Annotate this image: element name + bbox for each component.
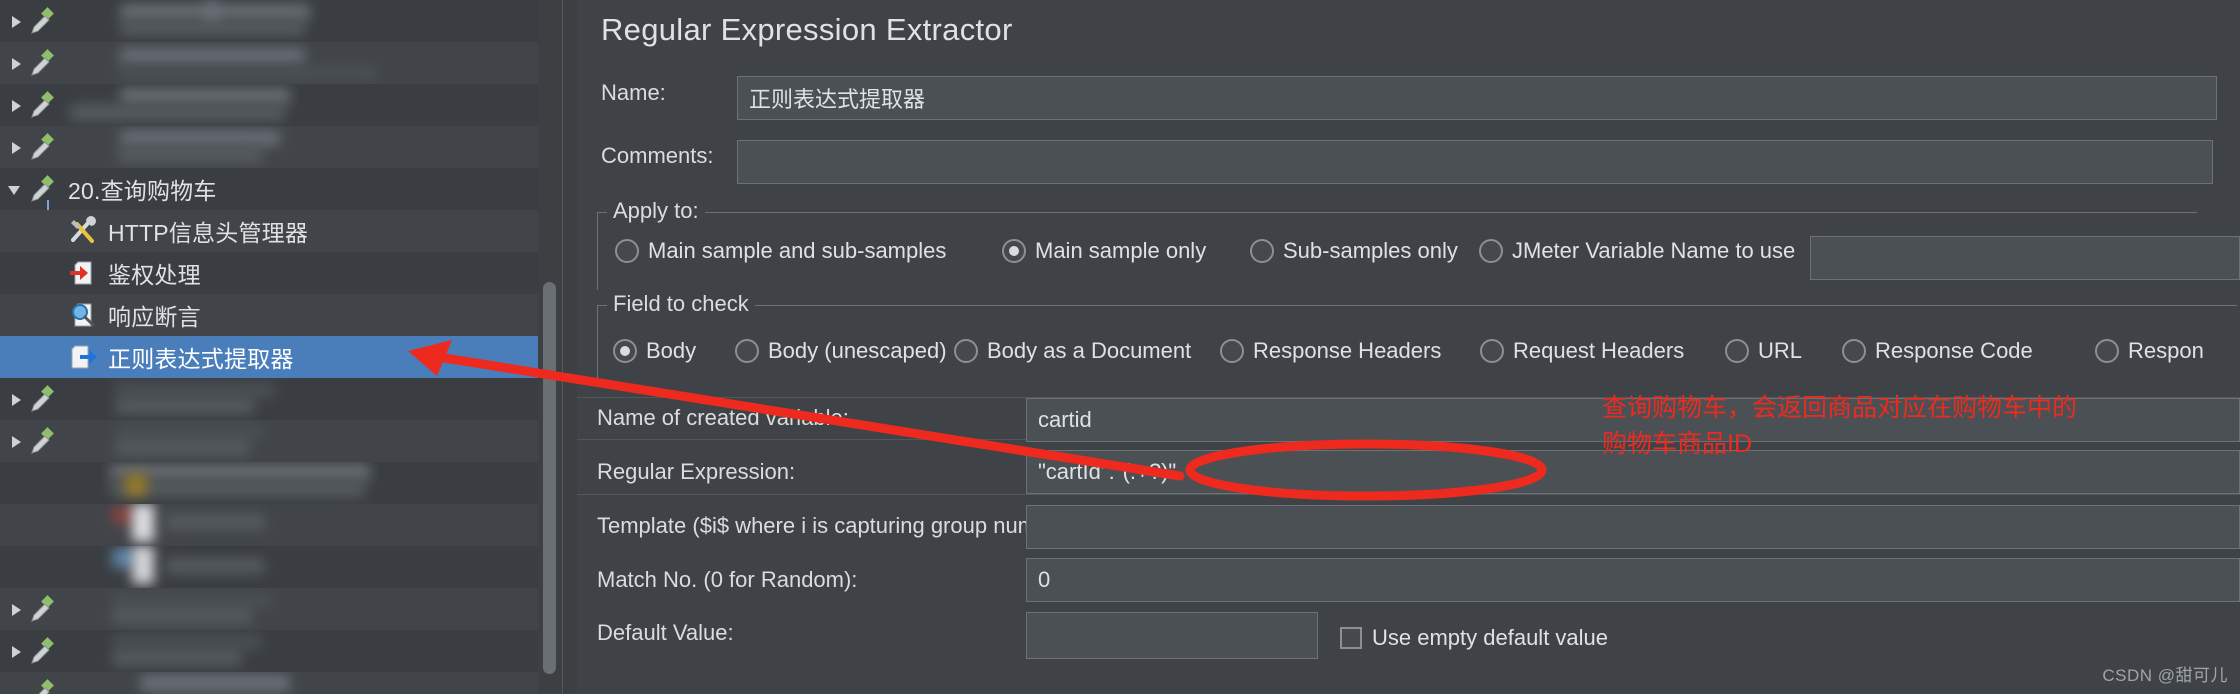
- panel-splitter[interactable]: [562, 0, 1134, 694]
- radio-label: Body (unescaped): [768, 338, 947, 363]
- radio-label: Response Code: [1875, 338, 2033, 363]
- radio-label: URL: [1758, 338, 1803, 363]
- redaction-blur: [0, 84, 538, 126]
- pipette-icon: [28, 174, 58, 204]
- wrench-screwdriver-icon: [68, 216, 98, 246]
- redaction-blur: [0, 672, 538, 694]
- tree-row-response-assertion[interactable]: 响应断言: [0, 294, 538, 336]
- default-value-input[interactable]: [1026, 612, 1318, 659]
- apply-to-group-title: Apply to:: [607, 198, 705, 224]
- tree-row-label: 正则表达式提取器: [108, 346, 294, 372]
- radio-dot-icon[interactable]: [2095, 339, 2119, 363]
- radio-dot-icon[interactable]: [1220, 339, 1244, 363]
- radio-label: Request Headers: [1513, 338, 1685, 363]
- tree-row-auth-processing[interactable]: 鉴权处理: [0, 252, 538, 294]
- radio-response-message[interactable]: Respon: [2095, 338, 2204, 364]
- radio-dot-icon[interactable]: [1725, 339, 1749, 363]
- created-variable-label: Name of created variable:: [597, 405, 849, 430]
- radio-main-sample-only[interactable]: Main sample only: [1002, 238, 1206, 264]
- comments-row: Comments:: [601, 143, 721, 169]
- redaction-blur: [0, 0, 538, 42]
- checkbox-label: Use empty default value: [1372, 625, 1609, 650]
- magnifier-icon: [68, 300, 98, 330]
- radio-label: Main sample only: [1035, 238, 1207, 263]
- radio-body[interactable]: Body: [613, 338, 696, 364]
- tree-row-regex-extractor[interactable]: 正则表达式提取器: [0, 336, 538, 378]
- name-label: Name:: [601, 80, 666, 105]
- redaction-blur: [0, 420, 538, 462]
- tree-row-http-header-manager[interactable]: HTTP信息头管理器: [0, 210, 538, 252]
- radio-dot-icon[interactable]: [1842, 339, 1866, 363]
- redaction-blur: [0, 630, 538, 672]
- page-title: Regular Expression Extractor: [601, 12, 1013, 47]
- created-variable-input[interactable]: cartid: [1026, 398, 2240, 442]
- radio-dot-icon[interactable]: [1480, 339, 1504, 363]
- redaction-blur: [0, 378, 538, 420]
- redaction-blur: [0, 546, 538, 588]
- radio-dot-icon[interactable]: [615, 239, 639, 263]
- row-separator: [577, 494, 2240, 495]
- redaction-blur: [0, 588, 538, 630]
- tree-row-label: 鉴权处理: [108, 262, 201, 288]
- use-empty-default-value-checkbox[interactable]: Use empty default value: [1340, 625, 1608, 651]
- radio-dot-icon[interactable]: [1250, 239, 1274, 263]
- comments-input[interactable]: [737, 140, 2213, 184]
- apply-to-group-border-top: [597, 212, 2197, 213]
- radio-label: JMeter Variable Name to use: [1512, 238, 1796, 263]
- field-to-check-group-border-top: [597, 305, 2237, 306]
- match-no-label: Match No. (0 for Random):: [597, 567, 858, 592]
- checkbox-box-icon[interactable]: [1340, 627, 1362, 649]
- radio-dot-icon[interactable]: [954, 339, 978, 363]
- regex-extractor-panel: Regular Expression Extractor Name: 正则表达式…: [577, 0, 2240, 694]
- postprocessor-icon: [68, 342, 98, 372]
- radio-label: Body: [646, 338, 697, 363]
- field-to-check-group-border-left: [597, 305, 598, 381]
- radio-dot-icon[interactable]: [735, 339, 759, 363]
- redaction-blur: [0, 504, 538, 546]
- radio-label: Respon: [2128, 338, 2204, 363]
- redaction-blur: [0, 42, 538, 84]
- comments-label: Comments:: [601, 143, 714, 168]
- template-input[interactable]: [1026, 505, 2240, 549]
- radio-response-code[interactable]: Response Code: [1842, 338, 2033, 364]
- radio-jmeter-variable-name[interactable]: JMeter Variable Name to use: [1479, 238, 1795, 264]
- tree-row-label: HTTP信息头管理器: [108, 220, 309, 246]
- preprocessor-icon: [68, 258, 98, 288]
- tree-scrollbar-thumb[interactable]: [543, 282, 556, 674]
- radio-body-unescaped[interactable]: Body (unescaped): [735, 338, 947, 364]
- match-no-input[interactable]: 0: [1026, 558, 2240, 602]
- tree-row-query-cart[interactable]: 20.查询购物车: [0, 168, 538, 210]
- regular-expression-input[interactable]: "cartId":"(.+?)": [1026, 450, 2240, 494]
- radio-sub-samples-only[interactable]: Sub-samples only: [1250, 238, 1458, 264]
- redaction-blur: [0, 126, 538, 168]
- radio-dot-icon[interactable]: [613, 339, 637, 363]
- regular-expression-label: Regular Expression:: [597, 459, 796, 484]
- field-to-check-group-title: Field to check: [607, 291, 755, 317]
- radio-label: Response Headers: [1253, 338, 1442, 363]
- tree-row-label: 20.查询购物车: [68, 178, 217, 204]
- radio-label: Body as a Document: [987, 338, 1192, 363]
- redaction-blur: [0, 462, 538, 504]
- chevron-down-icon[interactable]: [6, 180, 24, 198]
- radio-label: Main sample and sub-samples: [648, 238, 947, 263]
- radio-label: Sub-samples only: [1283, 238, 1458, 263]
- radio-request-headers[interactable]: Request Headers: [1480, 338, 1684, 364]
- name-input[interactable]: 正则表达式提取器: [737, 76, 2217, 120]
- jmeter-variable-name-input[interactable]: [1810, 236, 2240, 280]
- radio-response-headers[interactable]: Response Headers: [1220, 338, 1441, 364]
- radio-dot-icon[interactable]: [1002, 239, 1026, 263]
- name-row: Name:: [601, 80, 721, 106]
- radio-dot-icon[interactable]: [1479, 239, 1503, 263]
- radio-body-as-a-document[interactable]: Body as a Document: [954, 338, 1191, 364]
- radio-url[interactable]: URL: [1725, 338, 1802, 364]
- tree-row-label: 响应断言: [108, 304, 201, 330]
- test-plan-tree[interactable]: 20.查询购物车 HTTP信息头管理器 鉴权处理 响应断言 正则表达式提取器: [0, 0, 538, 694]
- default-value-label: Default Value:: [597, 620, 734, 645]
- radio-main-sample-and-sub-samples[interactable]: Main sample and sub-samples: [615, 238, 946, 264]
- apply-to-group-border-left: [597, 212, 598, 290]
